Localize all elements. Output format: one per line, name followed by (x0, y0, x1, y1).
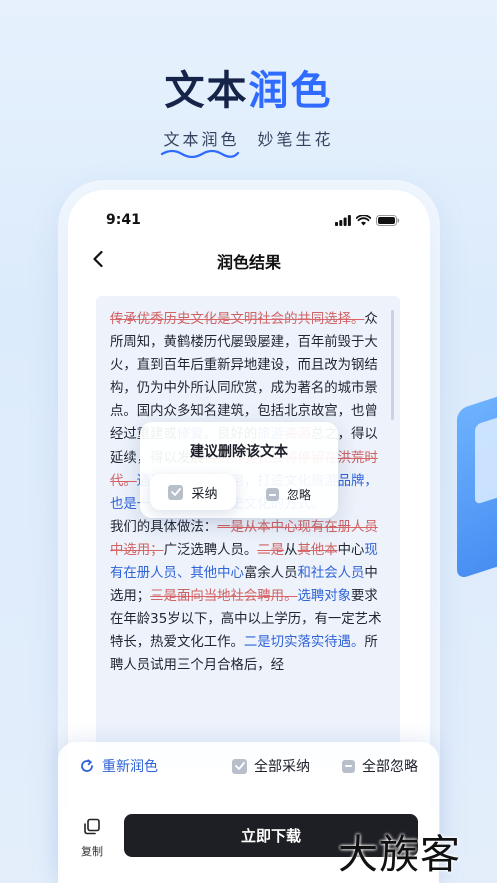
added-text-segment[interactable]: 选聘对象 (297, 589, 351, 604)
deleted-text-segment[interactable]: 传承优秀历史文化是文明社会的共同选择。 (110, 312, 364, 327)
watermark-text: 大族客 (338, 832, 461, 878)
status-icons (335, 214, 400, 226)
added-text-segment[interactable]: 二是切实落实待遇。 (244, 635, 365, 650)
ignore-all-button[interactable]: 全部忽略 (342, 756, 418, 776)
deleted-text-segment[interactable]: 其他本 (297, 543, 337, 558)
ignore-all-label: 全部忽略 (362, 759, 418, 775)
battery-icon (376, 214, 400, 226)
page-title: 润色结果 (216, 253, 281, 272)
ignore-button[interactable]: 忽略 (266, 486, 311, 503)
wifi-icon (356, 214, 371, 225)
deleted-text-segment[interactable]: 三是面向当地社会聘用。 (150, 589, 297, 604)
popover-title: 建议删除该文本 (190, 444, 288, 460)
added-text-segment[interactable]: 和社会人员 (297, 566, 364, 581)
regenerate-button[interactable]: 重新润色 (80, 756, 158, 776)
adopt-button[interactable]: 采纳 (150, 474, 236, 510)
document-scrollbar[interactable] (391, 310, 394, 420)
copy-label: 复制 (81, 845, 103, 858)
wave-underline-icon (160, 149, 240, 158)
decorative-page-shape (475, 415, 497, 505)
minus-icon (342, 759, 355, 773)
minus-icon (266, 488, 279, 501)
adopt-all-label: 全部采纳 (254, 759, 310, 775)
hero-subtitle-left: 文本润色 (163, 130, 240, 149)
deleted-text-segment[interactable]: 二是 (257, 543, 284, 558)
hero-subtitle: 文本润色 妙笔生花 (0, 126, 497, 150)
hero-title-part1: 文本 (164, 68, 249, 114)
text-segment: 广泛选聘人员。 (163, 542, 258, 558)
check-icon (232, 758, 247, 774)
download-label: 立即下载 (240, 827, 301, 845)
ignore-label: 忽略 (287, 488, 312, 502)
nav-bar: 润色结果 (68, 246, 430, 276)
document-panel[interactable]: 传承优秀历史文化是文明社会的共同选择。众所周知，黄鹤楼历代屡毁屡建，百年前毁于大… (96, 296, 400, 766)
text-segment: 富余人员 (243, 566, 298, 582)
text-segment: 从 (284, 542, 298, 558)
adopt-label: 采纳 (191, 486, 218, 502)
text-segment: 我们的具体做法： (110, 519, 218, 535)
copy-button[interactable]: 复制 (78, 818, 106, 859)
hero-subtitle-right: 妙笔生花 (257, 130, 334, 149)
signal-icon (335, 214, 351, 226)
copy-icon (84, 818, 100, 835)
status-time: 9:41 (106, 212, 141, 228)
text-segment: 中心 (337, 542, 365, 558)
adopt-all-button[interactable]: 全部采纳 (232, 756, 310, 776)
status-bar: 9:41 (106, 210, 400, 230)
regenerate-label: 重新润色 (102, 759, 158, 775)
chevron-left-icon[interactable] (92, 250, 104, 268)
hero-title: 文本润色 (0, 58, 497, 116)
hero-title-part2: 润色 (248, 68, 333, 114)
check-icon (168, 484, 184, 500)
refresh-icon (81, 759, 93, 772)
